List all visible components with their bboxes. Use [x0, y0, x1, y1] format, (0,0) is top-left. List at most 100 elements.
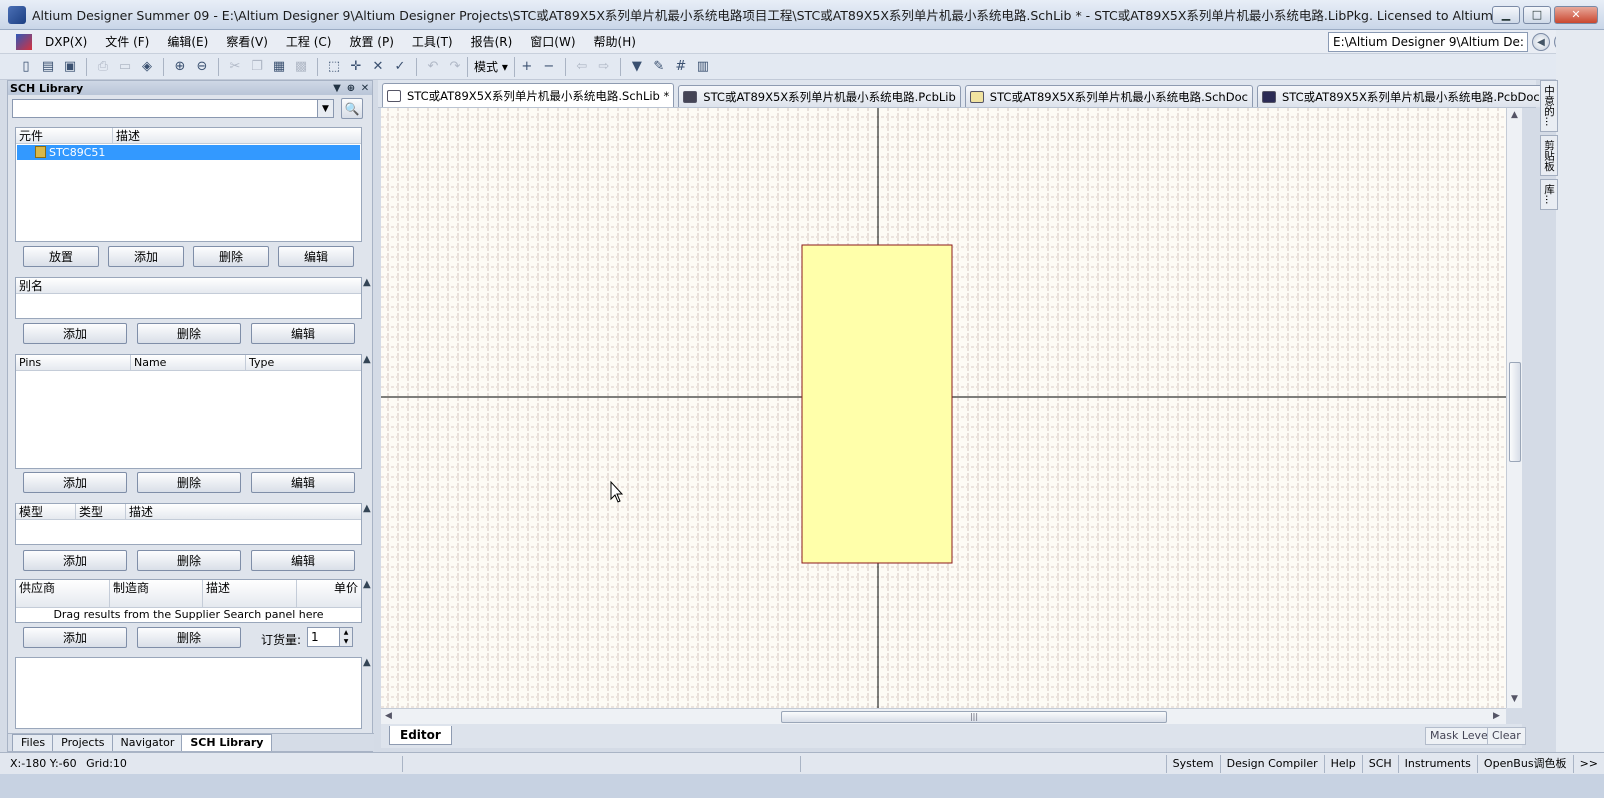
- delete-alias-button[interactable]: 删除: [137, 323, 241, 344]
- header-type[interactable]: 类型: [76, 504, 126, 519]
- status-sch[interactable]: SCH: [1361, 755, 1398, 773]
- select-area-icon[interactable]: ⬚: [324, 57, 344, 77]
- header-manufacturer[interactable]: 制造商: [110, 580, 203, 607]
- mode-dropdown[interactable]: 模式 ▾: [467, 56, 515, 77]
- collapse-icon[interactable]: ▲: [363, 354, 371, 365]
- tab-schlib[interactable]: STC或AT89X5X系列单片机最小系统电路.SchLib *: [382, 83, 675, 107]
- status-openbus-palette[interactable]: OpenBus调色板: [1476, 755, 1573, 773]
- mask-level-button[interactable]: Mask Level: [1425, 727, 1496, 745]
- add-part-icon[interactable]: +: [517, 57, 537, 77]
- header-pin-name[interactable]: Name: [131, 355, 246, 370]
- copy-icon[interactable]: ❐: [247, 57, 267, 77]
- delete-supplier-button[interactable]: 删除: [137, 627, 241, 648]
- tab-editor[interactable]: Editor: [389, 726, 452, 745]
- add-alias-button[interactable]: 添加: [23, 323, 127, 344]
- menu-place[interactable]: 放置 (P): [340, 33, 402, 50]
- clear-filter-icon[interactable]: ✓: [390, 57, 410, 77]
- undo-icon[interactable]: ↶: [423, 57, 443, 77]
- tab-projects[interactable]: Projects: [52, 734, 114, 751]
- edit-component-button[interactable]: 编辑: [278, 246, 354, 267]
- new-icon[interactable]: ▯: [16, 57, 36, 77]
- scroll-left-icon[interactable]: ◀: [385, 711, 392, 721]
- chevron-down-icon[interactable]: ▼: [317, 100, 333, 117]
- menu-window[interactable]: 窗口(W): [521, 33, 584, 50]
- panel-close-icon[interactable]: ✕: [358, 83, 372, 94]
- print-icon[interactable]: ⎙: [93, 57, 113, 77]
- previous-part-icon[interactable]: ⇦: [572, 57, 592, 77]
- layers-icon[interactable]: ◈: [137, 57, 157, 77]
- scroll-up-icon[interactable]: ▲: [1511, 110, 1518, 120]
- title-bar[interactable]: Altium Designer Summer 09 - E:\Altium De…: [0, 0, 1604, 30]
- delete-model-button[interactable]: 删除: [137, 550, 241, 571]
- tab-files[interactable]: Files: [12, 734, 55, 751]
- paste-icon[interactable]: ▦: [269, 57, 289, 77]
- zoom-in-icon[interactable]: ⊕: [170, 57, 190, 77]
- order-quantity-stepper[interactable]: 1 ▲ ▼: [307, 627, 353, 647]
- next-part-icon[interactable]: ⇨: [594, 57, 614, 77]
- component-row[interactable]: STC89C51: [17, 145, 360, 160]
- menu-help[interactable]: 帮助(H): [585, 33, 645, 50]
- add-supplier-button[interactable]: 添加: [23, 627, 127, 648]
- collapse-icon[interactable]: ▲: [363, 503, 371, 514]
- collapse-icon[interactable]: ▲: [363, 277, 371, 288]
- tab-pcbdoc[interactable]: STC或AT89X5X系列单片机最小系统电路.PcbDoc: [1256, 85, 1545, 107]
- close-button[interactable]: ✕: [1554, 5, 1598, 24]
- filter-search-button[interactable]: 🔍: [341, 98, 363, 119]
- tab-favorites[interactable]: 中意的...: [1540, 80, 1558, 132]
- add-model-button[interactable]: 添加: [23, 550, 127, 571]
- header-supplier[interactable]: 供应商: [16, 580, 110, 607]
- menu-view[interactable]: 察看(V): [217, 33, 277, 50]
- back-icon[interactable]: ◀: [1532, 33, 1550, 51]
- delete-component-button[interactable]: 删除: [193, 246, 269, 267]
- drawing-tools-icon[interactable]: ✎: [649, 57, 669, 77]
- vertical-scrollbar[interactable]: ▲ ▼: [1506, 108, 1522, 708]
- header-pin-type[interactable]: Type: [246, 355, 361, 370]
- menu-project[interactable]: 工程 (C): [277, 33, 341, 50]
- panel-menu-icon[interactable]: ▼: [330, 83, 344, 94]
- menu-edit[interactable]: 编辑(E): [158, 33, 217, 50]
- path-field[interactable]: E:\Altium Designer 9\Altium De:: [1328, 32, 1528, 52]
- header-supplier-description[interactable]: 描述: [203, 580, 297, 607]
- edit-pin-button[interactable]: 编辑: [251, 472, 355, 493]
- maximize-button[interactable]: □: [1523, 5, 1551, 24]
- scroll-right-icon[interactable]: ▶: [1493, 711, 1500, 721]
- schematic-grid[interactable]: [381, 108, 1506, 708]
- menu-tools[interactable]: 工具(T): [403, 33, 462, 50]
- add-component-button[interactable]: 添加: [108, 246, 184, 267]
- add-pin-button[interactable]: 添加: [23, 472, 127, 493]
- tab-libraries[interactable]: 库...: [1540, 179, 1558, 210]
- remove-part-icon[interactable]: −: [539, 57, 559, 77]
- redo-icon[interactable]: ↷: [445, 57, 465, 77]
- tab-pcblib[interactable]: STC或AT89X5X系列单片机最小系统电路.PcbLib: [678, 85, 961, 107]
- header-component[interactable]: 元件: [16, 128, 113, 143]
- utilities-icon[interactable]: ▼: [627, 57, 647, 77]
- move-icon[interactable]: ✛: [346, 57, 366, 77]
- status-more[interactable]: >>: [1572, 755, 1604, 773]
- horizontal-scrollbar[interactable]: ◀ ||| ▶: [381, 708, 1506, 724]
- header-description[interactable]: 描述: [113, 128, 361, 143]
- edit-alias-button[interactable]: 编辑: [251, 323, 355, 344]
- cut-icon[interactable]: ✂: [225, 57, 245, 77]
- header-pins[interactable]: Pins: [16, 355, 131, 370]
- print-preview-icon[interactable]: ▭: [115, 57, 135, 77]
- clear-button[interactable]: Clear: [1487, 727, 1526, 745]
- horizontal-scroll-thumb[interactable]: |||: [781, 711, 1167, 723]
- status-help[interactable]: Help: [1323, 755, 1362, 773]
- header-unit-price[interactable]: 单价: [297, 580, 361, 607]
- status-instruments[interactable]: Instruments: [1397, 755, 1477, 773]
- component-filter-input[interactable]: ▼: [12, 99, 334, 118]
- component-body-rectangle[interactable]: [801, 244, 953, 564]
- save-icon[interactable]: ▣: [60, 57, 80, 77]
- zoom-out-icon[interactable]: ⊖: [192, 57, 212, 77]
- collapse-icon[interactable]: ▲: [363, 657, 371, 668]
- tab-clipboard[interactable]: 剪贴板: [1540, 134, 1558, 177]
- tab-schdoc[interactable]: STC或AT89X5X系列单片机最小系统电路.SchDoc: [964, 85, 1253, 107]
- header-alias[interactable]: 别名: [16, 278, 361, 293]
- vertical-scroll-thumb[interactable]: [1509, 362, 1521, 462]
- minimize-button[interactable]: ▁: [1492, 5, 1520, 24]
- collapse-icon[interactable]: ▲: [363, 579, 371, 590]
- library-icon[interactable]: ▥: [693, 57, 713, 77]
- pin-icon[interactable]: ⊕: [344, 83, 358, 94]
- menu-dxp[interactable]: DXP(X): [36, 35, 96, 49]
- header-model[interactable]: 模型: [16, 504, 76, 519]
